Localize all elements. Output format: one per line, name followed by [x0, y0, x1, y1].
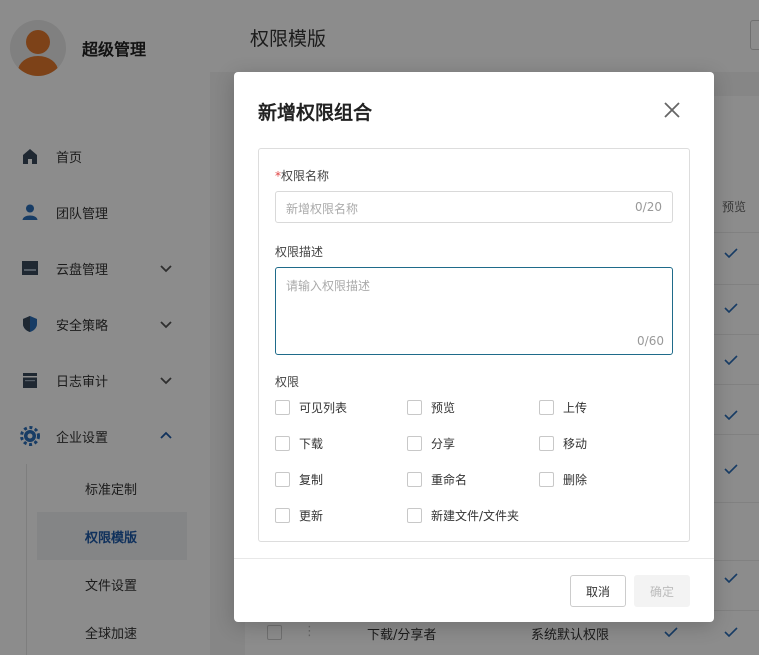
confirm-button[interactable]: 确定 [634, 575, 690, 607]
perm-checkbox-upload[interactable]: 上传 [539, 399, 587, 416]
checkbox[interactable] [407, 400, 422, 415]
perm-checkbox-visible-list[interactable]: 可见列表 [275, 399, 347, 416]
perm-checkbox-delete[interactable]: 删除 [539, 471, 587, 488]
checkbox[interactable] [539, 436, 554, 451]
perm-label: 重命名 [431, 473, 468, 487]
description-placeholder: 请输入权限描述 [286, 279, 371, 293]
description-char-counter: 0/60 [637, 334, 664, 348]
checkbox[interactable] [407, 436, 422, 451]
name-label-text: 权限名称 [281, 169, 330, 183]
perm-checkbox-copy[interactable]: 复制 [275, 471, 323, 488]
perm-checkbox-rename[interactable]: 重命名 [407, 471, 467, 488]
name-placeholder: 新增权限名称 [286, 202, 359, 216]
name-label: *权限名称 [275, 167, 329, 184]
add-permission-modal: 新增权限组合 *权限名称 新增权限名称 0/20 权限描述 请输入权限描述 0/… [234, 72, 714, 622]
perm-checkbox-move[interactable]: 移动 [539, 435, 587, 452]
perm-label: 新建文件/文件夹 [431, 509, 520, 523]
perm-label: 删除 [563, 473, 588, 487]
perm-label: 复制 [299, 473, 324, 487]
perm-checkbox-preview[interactable]: 预览 [407, 399, 455, 416]
permission-name-input[interactable]: 新增权限名称 0/20 [275, 191, 673, 223]
checkbox[interactable] [275, 436, 290, 451]
cancel-button[interactable]: 取消 [570, 575, 626, 607]
perm-checkbox-share[interactable]: 分享 [407, 435, 455, 452]
checkbox[interactable] [539, 472, 554, 487]
perm-label: 分享 [431, 437, 456, 451]
checkbox[interactable] [275, 508, 290, 523]
permission-form: *权限名称 新增权限名称 0/20 权限描述 请输入权限描述 0/60 权限 可… [258, 148, 690, 542]
checkbox[interactable] [539, 400, 554, 415]
perm-label: 更新 [299, 509, 324, 523]
checkbox[interactable] [275, 472, 290, 487]
checkbox[interactable] [275, 400, 290, 415]
permission-description-textarea[interactable]: 请输入权限描述 0/60 [275, 267, 673, 355]
perm-checkbox-update[interactable]: 更新 [275, 507, 323, 524]
close-icon[interactable] [660, 98, 684, 122]
modal-title: 新增权限组合 [258, 102, 373, 124]
permissions-label: 权限 [275, 375, 300, 389]
checkbox[interactable] [407, 508, 422, 523]
perm-label: 上传 [563, 401, 588, 415]
perm-checkbox-download[interactable]: 下载 [275, 435, 323, 452]
footer-divider [234, 558, 714, 559]
description-label: 权限描述 [275, 245, 324, 259]
perm-checkbox-new-file-folder[interactable]: 新建文件/文件夹 [407, 507, 519, 524]
perm-label: 可见列表 [299, 401, 348, 415]
checkbox[interactable] [407, 472, 422, 487]
perm-label: 下载 [299, 437, 324, 451]
name-char-counter: 0/20 [635, 200, 662, 214]
perm-label: 预览 [431, 401, 456, 415]
perm-label: 移动 [563, 437, 588, 451]
